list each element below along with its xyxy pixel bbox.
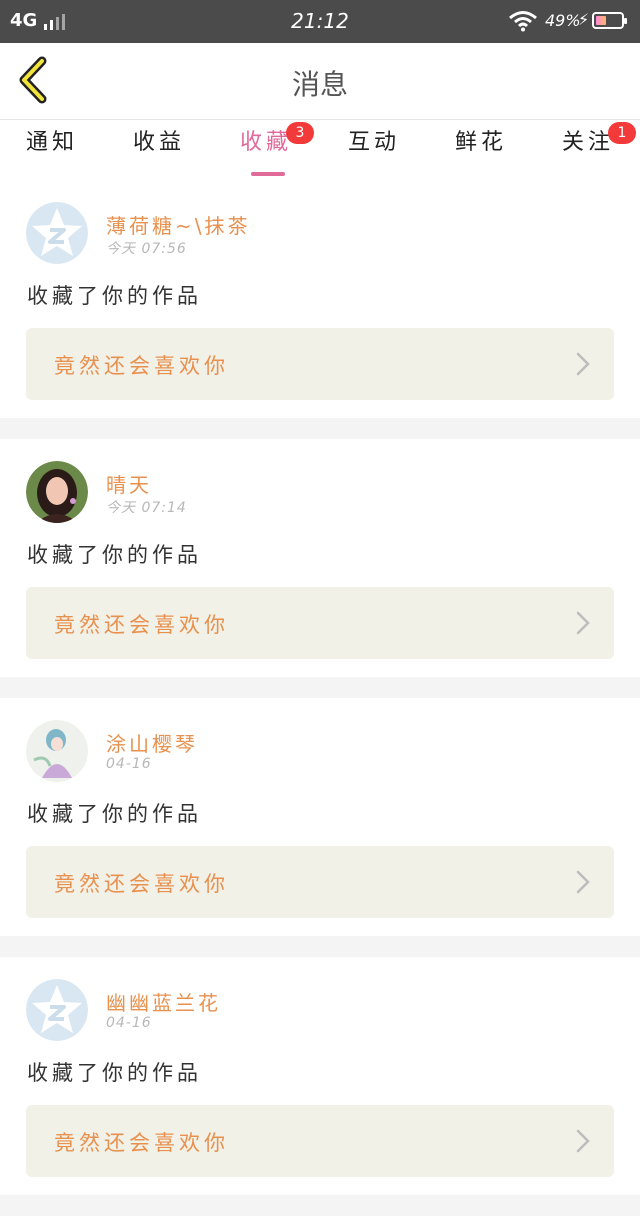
- chevron-right-icon: [576, 1129, 590, 1153]
- nav-header: 消息: [0, 43, 640, 120]
- work-title: 竟然还会喜欢你: [54, 872, 229, 896]
- timestamp: 今天 07:14: [106, 500, 187, 516]
- tab-interactions[interactable]: 互动: [334, 130, 414, 176]
- work-link[interactable]: 竟然还会喜欢你: [26, 587, 614, 659]
- action-text: 收藏了你的作品: [27, 1061, 202, 1085]
- page-title: 消息: [291, 68, 348, 101]
- action-text: 收藏了你的作品: [27, 802, 202, 826]
- avatar[interactable]: [26, 720, 88, 782]
- clock: 21:12: [291, 9, 349, 33]
- work-title: 竟然还会喜欢你: [54, 354, 229, 378]
- tab-label: 通知: [25, 130, 78, 155]
- unread-badge: 3: [286, 122, 314, 144]
- tab-label: 互动: [347, 130, 400, 155]
- chevron-right-icon: [576, 870, 590, 894]
- battery-icon: [592, 12, 627, 29]
- anime-avatar-icon: [26, 720, 88, 782]
- tab-favorites[interactable]: 收藏 3: [226, 122, 314, 176]
- work-link[interactable]: 竟然还会喜欢你: [26, 846, 614, 918]
- tab-following[interactable]: 关注 1: [548, 122, 636, 176]
- timestamp: 04-16: [106, 756, 152, 772]
- unread-badge: 1: [608, 122, 636, 144]
- battery-percent: 49%: [545, 11, 581, 30]
- chevron-right-icon: [576, 352, 590, 376]
- avatar[interactable]: [26, 202, 88, 264]
- user-name[interactable]: 晴天: [106, 469, 152, 498]
- work-link[interactable]: 竟然还会喜欢你: [26, 328, 614, 400]
- list-item: 薄荷糖~\抹茶 今天 07:56 收藏了你的作品 竟然还会喜欢你: [0, 180, 640, 418]
- tab-flowers[interactable]: 鲜花: [441, 130, 521, 176]
- list-item: 晴天 今天 07:14 收藏了你的作品 竟然还会喜欢你: [0, 439, 640, 677]
- user-name[interactable]: 涂山樱琴: [106, 728, 198, 757]
- avatar[interactable]: [26, 979, 88, 1041]
- chevron-right-icon: [576, 611, 590, 635]
- work-title: 竟然还会喜欢你: [54, 1131, 229, 1155]
- tab-bar: 通知 收益 收藏 3 互动 鲜花 关注 1: [0, 120, 640, 180]
- user-name[interactable]: 薄荷糖~\抹茶: [106, 210, 251, 239]
- avatar[interactable]: [26, 461, 88, 523]
- timestamp: 今天 07:56: [106, 241, 187, 257]
- work-title: 竟然还会喜欢你: [54, 613, 229, 637]
- list-item: 涂山樱琴 04-16 收藏了你的作品 竟然还会喜欢你: [0, 698, 640, 936]
- list-item: 幽幽蓝兰花 04-16 收藏了你的作品 竟然还会喜欢你: [0, 957, 640, 1195]
- action-text: 收藏了你的作品: [27, 284, 202, 308]
- status-bar: 4G 21:12 49% ⚡: [0, 0, 640, 43]
- photo-avatar-icon: [26, 461, 88, 523]
- work-link[interactable]: 竟然还会喜欢你: [26, 1105, 614, 1177]
- active-tab-indicator: [251, 172, 285, 176]
- tab-label: 收益: [132, 130, 185, 155]
- back-button[interactable]: [14, 55, 64, 105]
- default-star-avatar-icon: [26, 979, 88, 1041]
- action-text: 收藏了你的作品: [27, 543, 202, 567]
- default-star-avatar-icon: [26, 202, 88, 264]
- battery-fill: [596, 16, 606, 25]
- user-name[interactable]: 幽幽蓝兰花: [106, 987, 221, 1016]
- charging-icon: ⚡: [578, 10, 590, 29]
- tab-earnings[interactable]: 收益: [119, 130, 199, 176]
- wifi-icon: [509, 11, 537, 32]
- back-chevron-icon: [19, 56, 47, 104]
- timestamp: 04-16: [106, 1015, 152, 1031]
- tab-label: 鲜花: [454, 130, 507, 155]
- message-list: 薄荷糖~\抹茶 今天 07:56 收藏了你的作品 竟然还会喜欢你 晴天 今天 0…: [0, 180, 640, 1216]
- tab-notifications[interactable]: 通知: [12, 130, 92, 176]
